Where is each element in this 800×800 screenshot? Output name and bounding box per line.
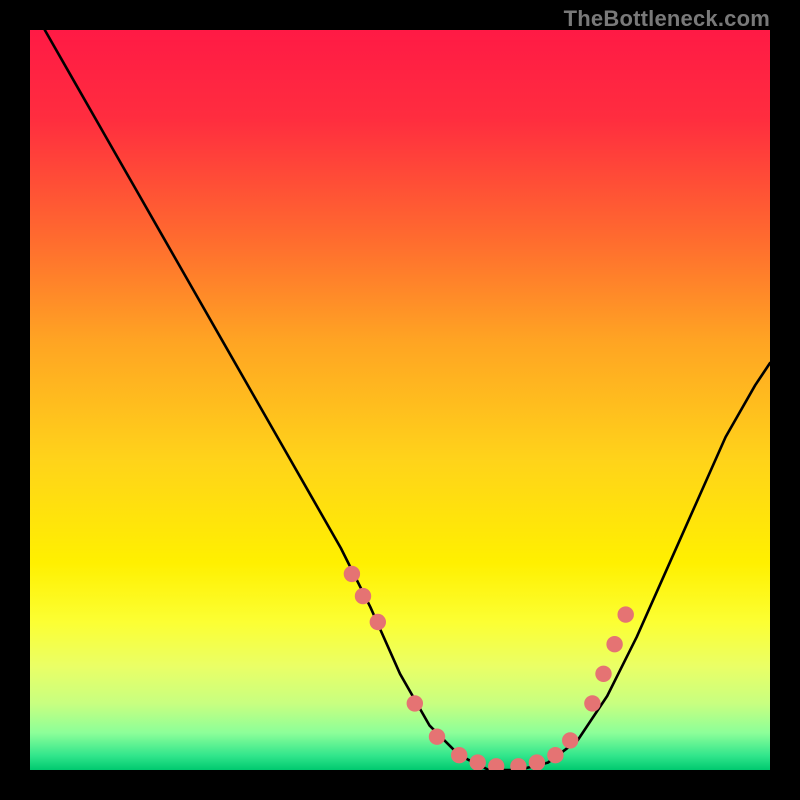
sample-point (547, 747, 563, 763)
watermark-text: TheBottleneck.com (564, 6, 770, 32)
plot-area (30, 30, 770, 770)
chart-svg (30, 30, 770, 770)
sample-point (562, 732, 578, 748)
sample-point (618, 606, 634, 622)
sample-point (355, 588, 371, 604)
sample-point (595, 666, 611, 682)
sample-point (584, 695, 600, 711)
sample-point (451, 747, 467, 763)
chart-frame: TheBottleneck.com (0, 0, 800, 800)
sample-point (344, 566, 360, 582)
gradient-background (30, 30, 770, 770)
sample-point (370, 614, 386, 630)
sample-point (407, 695, 423, 711)
sample-point (429, 729, 445, 745)
sample-point (606, 636, 622, 652)
